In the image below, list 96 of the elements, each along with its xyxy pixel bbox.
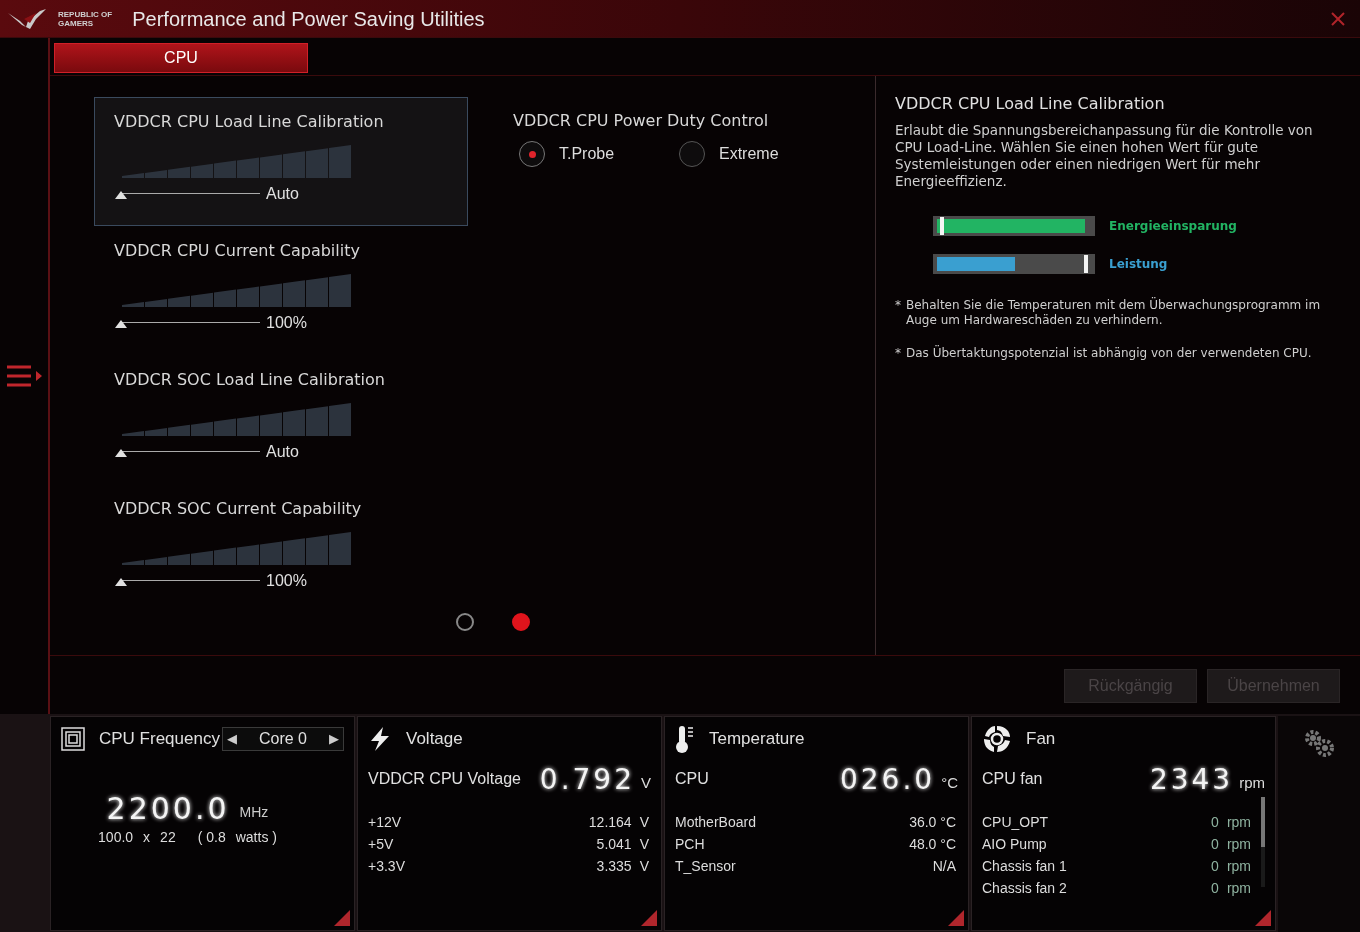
sensor-label: AIO Pump [982, 834, 1047, 854]
sensor-label: MotherBoard [675, 812, 756, 832]
unit-label: rpm [1239, 772, 1265, 793]
detail-text: 22 [160, 828, 176, 847]
setting-value: Auto [266, 184, 299, 204]
unit-label: °C [941, 772, 958, 793]
close-icon[interactable] [1330, 10, 1346, 27]
sensor-value: 12.164 [588, 812, 632, 832]
unit-label: MHz [239, 803, 269, 822]
slider-thumb[interactable] [114, 319, 128, 329]
sensor-value: 0 [1211, 812, 1219, 832]
digital-readout: 026.0 [840, 763, 936, 797]
sensor-label: T_Sensor [675, 856, 736, 876]
sensor-label: +12V [368, 812, 402, 832]
detail-text: watts ) [235, 828, 277, 847]
setting-title: VDDCR SOC Load Line Calibration [114, 369, 386, 391]
digital-readout: 2343 [1149, 763, 1234, 797]
fan-icon [982, 724, 1012, 754]
panel-title: CPU Frequency [99, 728, 220, 751]
settings-icon[interactable] [1303, 728, 1335, 758]
digital-readout: 0.792 [539, 763, 635, 797]
core-label: Core 0 [259, 729, 307, 749]
slider-thumb[interactable] [114, 577, 128, 587]
option-title: VDDCR CPU Power Duty Control [513, 110, 770, 132]
unit-label: rpm [1226, 878, 1251, 898]
scrollbar[interactable] [1261, 797, 1265, 887]
setting-value: Auto [266, 442, 299, 462]
sensor-label: CPU [675, 769, 709, 789]
unit-label: rpm [1226, 834, 1251, 854]
legend-label: Leistung [1109, 256, 1168, 273]
corner-icon[interactable] [948, 910, 964, 926]
corner-icon[interactable] [1255, 910, 1271, 926]
slider-thumb[interactable] [114, 190, 128, 200]
radio-button[interactable] [519, 141, 545, 167]
lightning-icon [368, 726, 392, 752]
sensor-value: N/A [932, 856, 956, 876]
sensor-value: 48.0 °C [909, 834, 956, 854]
setting-card[interactable]: VDDCR CPU Load Line Calibration Auto [94, 97, 468, 226]
panel-title: Fan [1026, 728, 1056, 751]
sensor-label: Chassis fan 2 [982, 878, 1067, 898]
logo-text: REPUBLIC OF [58, 9, 113, 19]
sensor-label: CPU fan [982, 769, 1043, 789]
legend-label: Energieeinsparung [1109, 218, 1237, 235]
sensor-label: VDDCR CPU Voltage [368, 769, 521, 789]
chip-icon [61, 727, 85, 751]
unit-label: rpm [1226, 856, 1251, 876]
sensor-value: 5.041 [596, 834, 632, 854]
panel-title: Temperature [709, 728, 805, 751]
sensor-label: PCH [675, 834, 705, 854]
unit-label: V [639, 856, 649, 876]
menu-icon[interactable] [5, 363, 43, 389]
note-text: Das Übertaktungspotenzial ist abhängig von der verwendeten CPU. [906, 346, 1312, 361]
sensor-label: CPU_OPT [982, 812, 1049, 832]
corner-icon[interactable] [641, 910, 657, 926]
core-selector[interactable]: ◀ Core 0 ▶ [222, 727, 344, 751]
unit-label: V [639, 812, 649, 832]
unit-label: V [639, 834, 649, 854]
window-title: Performance and Power Saving Utilities [132, 6, 485, 32]
note-mark: * [895, 298, 901, 314]
sensor-value: 0 [1211, 878, 1219, 898]
sensor-label: Chassis fan 1 [982, 856, 1067, 876]
previous-arrow[interactable]: ◀ [227, 729, 237, 749]
thermometer-icon [675, 724, 695, 754]
slider-thumb[interactable] [114, 448, 128, 458]
next-arrow[interactable]: ▶ [329, 729, 339, 749]
radio-label: Extreme [719, 144, 779, 164]
sensor-label: +3.3V [368, 856, 405, 876]
setting-title: VDDCR CPU Load Line Calibration [114, 111, 385, 133]
info-description: Erlaubt die Spannungsbereichanpassung für die Kontrolle von CPU Load-Line. Wählen Sie einen hohen Wert für gute Systemleistungen oder einen niedrigen Wert für mehr Energieeffizienz. [895, 122, 1314, 190]
note-mark: * [895, 346, 901, 361]
sensor-value: 36.0 °C [909, 812, 956, 832]
unit-label: V [641, 772, 651, 793]
setting-title: VDDCR CPU Current Capability [114, 240, 361, 262]
setting-card[interactable]: VDDCR SOC Load Line Calibration Auto [94, 355, 468, 484]
sensor-value: 0 [1211, 834, 1219, 854]
detail-text: ( 0.8 [197, 828, 226, 847]
logo-text: GAMERS [58, 18, 95, 28]
info-title: VDDCR CPU Load Line Calibration [895, 93, 1166, 115]
setting-card[interactable]: VDDCR SOC Current Capability 100% [94, 484, 468, 613]
detail-text: 100.0 [98, 828, 134, 847]
panel-title: Voltage [406, 728, 463, 751]
tab[interactable]: CPU [54, 43, 308, 73]
sensor-label: +5V [368, 834, 394, 854]
setting-card[interactable]: VDDCR CPU Current Capability 100% [94, 226, 468, 355]
radio-label: T.Probe [559, 144, 615, 164]
setting-title: VDDCR SOC Current Capability [114, 498, 363, 520]
sensor-value: 3.335 [596, 856, 632, 876]
digital-readout: 2200.0 [106, 793, 230, 825]
setting-value: 100% [266, 313, 307, 333]
sensor-value: 0 [1211, 856, 1219, 876]
corner-icon[interactable] [334, 910, 350, 926]
unit-label: rpm [1226, 812, 1251, 832]
radio-button[interactable] [679, 141, 705, 167]
note-text: Behalten Sie die Temperaturen mit dem Überwachungsprogramm im Auge um Hardwareschäden zu verhindern. [906, 298, 1322, 328]
detail-text: x [143, 828, 151, 847]
setting-value: 100% [266, 571, 307, 591]
